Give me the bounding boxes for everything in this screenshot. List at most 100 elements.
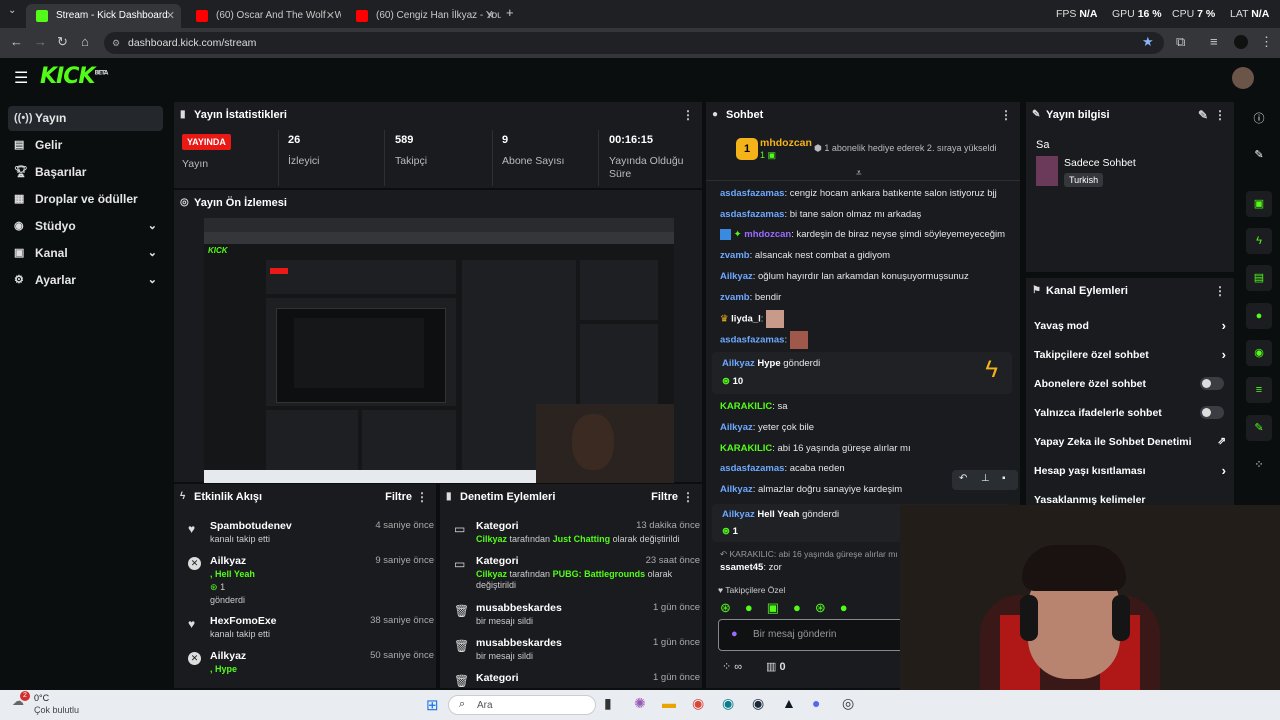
tab-youtube-oscar[interactable]: (60) Oscar And The Wolf - Warri ✕ <box>186 4 341 28</box>
hamburger-menu-icon[interactable]: ☰ <box>14 68 28 88</box>
collapse-pinned-icon[interactable]: ⩡ <box>856 168 862 179</box>
browser-address-bar: ← → ↻ ⌂ ⚙ dashboard.kick.com/stream ★ ⧉ … <box>0 28 1280 58</box>
hype-lightning-icon: ϟ <box>985 356 998 383</box>
trash-icon: 🗑︎ <box>454 674 470 688</box>
panel-header: ◎ Yayın Ön İzlemesi <box>174 190 702 216</box>
sparkle-badge-icon: ✦ <box>733 229 742 241</box>
lightning-icon[interactable]: ϟ <box>1246 228 1272 254</box>
add-widget-icon[interactable]: ⁘ <box>1250 456 1268 474</box>
task-view-icon[interactable]: ▮ <box>604 695 612 712</box>
taskbar-search-input[interactable]: ⌕ Ara <box>448 695 596 715</box>
close-tab-icon[interactable]: ✕ <box>486 4 495 28</box>
channel-icon: ▣ <box>14 247 25 259</box>
close-tab-icon[interactable]: ✕ <box>326 4 335 28</box>
browser-menu-icon[interactable]: ⋮ <box>1260 34 1273 50</box>
subscribers-only-toggle[interactable] <box>1200 377 1224 390</box>
revenue-icon: ▤ <box>14 139 25 151</box>
panel-title: Etkinlik Akışı <box>194 491 263 503</box>
slow-mode-row[interactable]: Yavaş mod › <box>1034 318 1226 333</box>
activity-feed-panel: ϟ Etkinlik Akışı Filtre ⋮ ♥ Spambotudene… <box>174 484 436 688</box>
gift-icon: ▦ <box>14 193 25 205</box>
ai-moderation-row[interactable]: Yapay Zeka ile Sohbet Denetimi ⇗ <box>1034 436 1226 448</box>
sidebar-item-kanal[interactable]: ▣ Kanal ⌄ <box>8 241 163 266</box>
chat-message: asdasfazamas: <box>720 331 1010 349</box>
filter-button[interactable]: Filtre <box>651 484 678 510</box>
sidebar-item-droplar[interactable]: ▦ Droplar ve ödüller <box>8 187 163 212</box>
file-explorer-icon[interactable]: ▬ <box>662 695 676 711</box>
wrench-icon[interactable]: ✎ <box>1246 415 1272 441</box>
windows-start-icon[interactable]: ⊞ <box>426 696 439 714</box>
followers-only-row[interactable]: Takipçilere özel sohbet › <box>1034 347 1226 362</box>
kick-logo[interactable]: KICKBETA <box>40 64 108 89</box>
tab-youtube-cengiz[interactable]: (60) Cengiz Han İlkyaz - YouTub ✕ <box>346 4 501 28</box>
close-tab-icon[interactable]: ✕ <box>166 4 175 28</box>
more-options-icon[interactable]: ⋮ <box>416 484 428 510</box>
emote-bar[interactable]: ⊛●▣●⊛● <box>720 600 862 616</box>
gift-counter[interactable]: ▥ 0 <box>766 660 786 673</box>
pencil-icon[interactable]: ✎ <box>1250 146 1268 164</box>
sidebar-item-gelir[interactable]: ▤ Gelir <box>8 133 163 158</box>
followers-only-label: ♥ Takipçilere Özel <box>718 585 786 595</box>
more-options-icon[interactable]: ⋮ <box>682 484 694 510</box>
home-icon[interactable]: ⌂ <box>81 34 89 49</box>
site-info-icon[interactable]: ⚙ <box>112 32 120 54</box>
bookmark-star-icon[interactable]: ★ <box>1142 34 1154 50</box>
filter-button[interactable]: Filtre <box>385 484 412 510</box>
copilot-icon[interactable]: ✺ <box>634 695 646 712</box>
more-options-icon[interactable]: ⋮ <box>1214 102 1226 128</box>
back-icon[interactable]: ← <box>10 34 23 49</box>
search-icon: ⌕ <box>459 698 466 710</box>
more-options-icon[interactable]: ⋮ <box>1000 102 1012 128</box>
panel-header: ▮ Denetim Eylemleri Filtre ⋮ <box>440 484 702 510</box>
filter-sliders-icon[interactable]: ≡ <box>1246 377 1272 403</box>
gift-kick-icon: ✕ <box>188 557 201 570</box>
tab-kick-dashboard[interactable]: Stream - Kick Dashboard ✕ <box>26 4 181 28</box>
user-avatar[interactable] <box>1232 67 1254 89</box>
extensions-icon[interactable]: ⧉ <box>1176 34 1185 50</box>
category-name[interactable]: Sadece Sohbet <box>1064 157 1136 169</box>
steam-icon[interactable]: ◉ <box>752 695 764 712</box>
language-tag: Turkish <box>1064 173 1104 187</box>
emotes-only-toggle[interactable] <box>1200 406 1224 419</box>
tab-search-icon[interactable]: ⌄ <box>8 5 16 16</box>
microphone-icon[interactable]: ● <box>731 628 738 640</box>
broadcast-icon[interactable]: ◉ <box>1246 340 1272 366</box>
sidebar-item-studyo[interactable]: ◉ Stüdyo ⌄ <box>8 214 163 239</box>
gpu-stat: GPU 16 % <box>1112 8 1162 20</box>
account-age-row[interactable]: Hesap yaşı kısıtlaması › <box>1034 463 1226 478</box>
stream-preview-video[interactable]: KICK <box>204 218 674 483</box>
shield-icon: ▮ <box>446 491 452 502</box>
edit-icon[interactable]: ✎ <box>1198 102 1208 128</box>
delete-icon[interactable]: ▪ <box>1002 473 1006 484</box>
pin-icon[interactable]: ⊥ <box>981 473 990 484</box>
sidebar-item-ayarlar[interactable]: ⚙ Ayarlar ⌄ <box>8 268 163 293</box>
target-icon[interactable]: ▣ <box>1246 191 1272 217</box>
sidebar-item-basarilar[interactable]: 🏆︎ Başarılar <box>8 160 163 185</box>
broadcast-icon: ((•)) <box>14 112 33 124</box>
chat-icon[interactable]: ● <box>1246 303 1272 329</box>
forward-icon[interactable]: → <box>34 34 47 49</box>
infinity-icon[interactable]: ⁘ ∞ <box>722 660 742 673</box>
reply-icon[interactable]: ↶ <box>959 473 967 484</box>
kicks-coin-icon: ⊛ <box>722 376 730 387</box>
clipboard-icon[interactable]: ▤ <box>1246 265 1272 291</box>
chrome-icon[interactable]: ◉ <box>692 695 704 712</box>
reload-icon[interactable]: ↻ <box>57 34 68 50</box>
media-control-icon[interactable]: ≡ <box>1210 34 1218 49</box>
chat-message: KARAKILIC: abi 16 yaşında güreşe alırlar… <box>720 443 911 454</box>
info-icon[interactable]: ⓘ <box>1250 110 1268 128</box>
message-hover-actions: ↶ ⊥ ▪ <box>952 470 1018 490</box>
new-tab-icon[interactable]: + <box>506 5 514 20</box>
url-input[interactable]: ⚙ dashboard.kick.com/stream <box>104 32 1164 54</box>
profile-avatar-icon[interactable] <box>1234 35 1248 49</box>
kick-favicon-icon <box>36 10 48 22</box>
more-options-icon[interactable]: ⋮ <box>1214 278 1226 304</box>
more-options-icon[interactable]: ⋮ <box>682 102 694 128</box>
pinned-username[interactable]: mhdozcan <box>760 137 812 149</box>
sidebar-item-yayin[interactable]: ((•)) Yayın <box>8 106 163 131</box>
app-icon[interactable]: ◉ <box>722 695 734 712</box>
obs-icon[interactable]: ◎ <box>842 695 854 712</box>
valorant-icon[interactable]: ▲ <box>782 695 796 711</box>
discord-icon[interactable]: ● <box>812 695 820 711</box>
chat-input[interactable]: ● Bir mesaj gönderin <box>718 619 914 651</box>
